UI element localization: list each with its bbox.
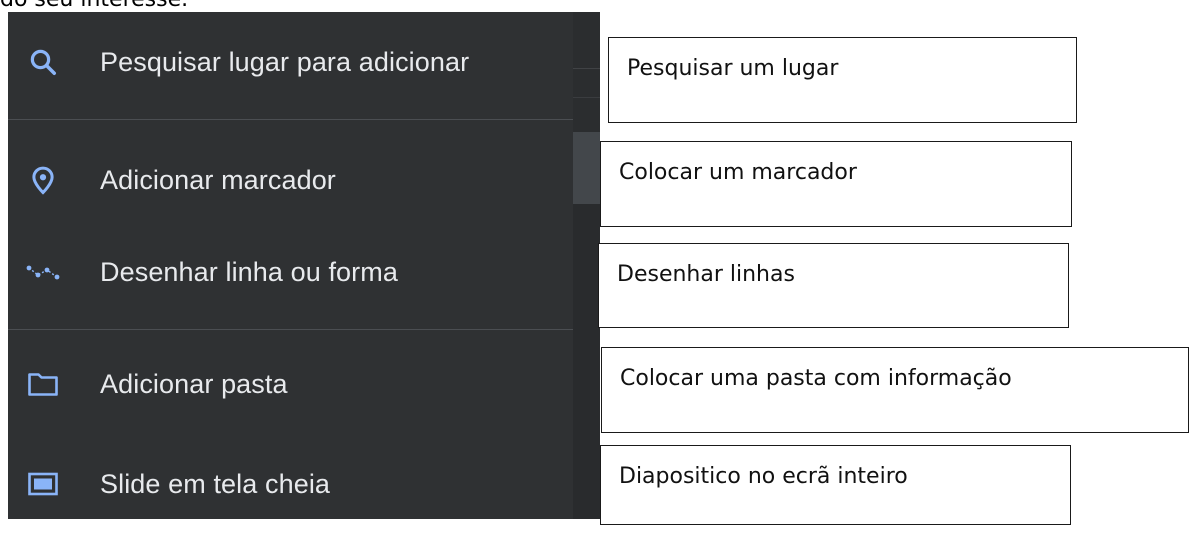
scrollbar-thumb[interactable] [573,132,600,204]
menu-item-label: Adicionar marcador [100,164,336,195]
scrollbar-track[interactable] [573,12,600,519]
location-pin-icon [26,163,60,197]
callout-text: Desenhar linhas [617,262,795,287]
draw-line-icon [26,255,60,289]
menu-item-label: Slide em tela cheia [100,468,331,499]
menu-item-label: Pesquisar lugar para adicionar [100,46,470,77]
menu-divider [8,119,573,120]
menu-item-slideshow[interactable]: Slide em tela cheia [8,434,573,534]
menu-item-label: Adicionar pasta [100,368,288,399]
callout-add-marker: Colocar um marcador [600,141,1072,227]
menu-item-add-marker[interactable]: Adicionar marcador [8,130,573,230]
callout-text: Colocar um marcador [619,160,857,185]
callout-text: Pesquisar um lugar [627,56,839,81]
callout-text: Diapositico no ecrã inteiro [619,464,908,489]
scrollbar-bottom-area [573,204,600,519]
menu-list: Pesquisar lugar para adicionar Adicionar… [8,12,573,519]
callout-search-place: Pesquisar um lugar [608,37,1077,123]
callout-text: Colocar uma pasta com informação [620,366,1012,391]
menu-item-search-place[interactable]: Pesquisar lugar para adicionar [8,12,573,112]
callout-slideshow: Diapositico no ecrã inteiro [600,445,1071,525]
scrollbar-line [573,97,600,98]
add-menu-panel: Pesquisar lugar para adicionar Adicionar… [8,12,600,519]
menu-item-add-folder[interactable]: Adicionar pasta [8,334,573,434]
slideshow-icon [26,467,60,501]
menu-divider [8,329,573,330]
scrollbar-top-area [573,12,600,132]
callout-add-folder: Colocar uma pasta com informação [601,347,1189,433]
folder-icon [26,367,60,401]
menu-item-draw-line[interactable]: Desenhar linha ou forma [8,222,573,322]
menu-item-label: Desenhar linha ou forma [100,256,398,287]
search-icon [26,45,60,79]
scrollbar-line [573,68,600,69]
callout-draw-line: Desenhar linhas [598,243,1069,328]
